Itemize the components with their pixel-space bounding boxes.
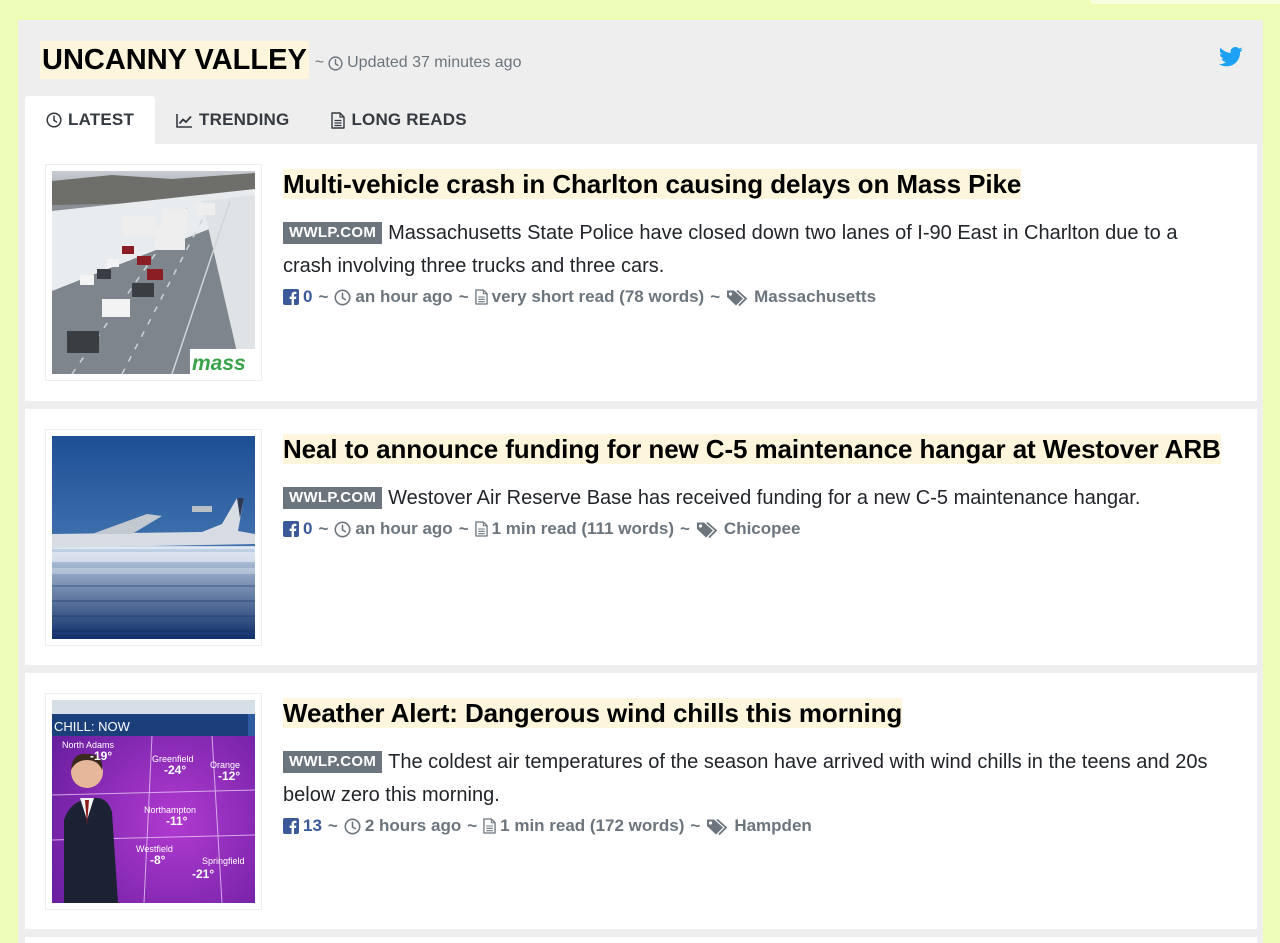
- file-icon: [483, 818, 496, 834]
- article-title[interactable]: Multi-vehicle crash in Charlton causing …: [283, 169, 1021, 199]
- source-badge[interactable]: WWLP.COM: [283, 487, 383, 509]
- read-length: 1 min read (172 words): [500, 816, 685, 835]
- file-icon: [474, 521, 488, 537]
- clock-icon: [334, 520, 351, 538]
- article-thumbnail[interactable]: CHILL: NOW North Adams -19° Greenfield -…: [45, 693, 262, 910]
- map-header: CHILL: NOW: [54, 719, 131, 734]
- tab-trending[interactable]: TRENDING: [155, 96, 310, 144]
- facebook-icon[interactable]: [283, 818, 299, 834]
- facebook-share-count[interactable]: 0: [303, 519, 312, 539]
- site-title[interactable]: UNCANNY VALLEY: [40, 41, 309, 79]
- updated-text: Updated 37 minutes ago: [347, 54, 522, 71]
- article-list: mass Multi-vehicle crash in Charlton cau…: [25, 144, 1257, 943]
- tab-bar: LATEST TRENDING LONG READS: [25, 96, 488, 144]
- clock-icon: [344, 817, 361, 835]
- source-badge[interactable]: WWLP.COM: [283, 222, 383, 244]
- article-summary: WWLP.COM The coldest air temperatures of …: [283, 746, 1231, 812]
- article-content: Weather Alert: Dangerous wind chills thi…: [283, 693, 1231, 836]
- article-content: Multi-vehicle crash in Charlton causing …: [283, 164, 1231, 307]
- tab-long-reads[interactable]: LONG READS: [310, 96, 487, 144]
- thumbnail-watermark: mass: [192, 352, 246, 374]
- article-title[interactable]: Neal to announce funding for new C-5 mai…: [283, 434, 1221, 464]
- tags-icon: [727, 289, 748, 306]
- facebook-icon[interactable]: [283, 521, 299, 537]
- facebook-share-count[interactable]: 13: [303, 816, 322, 836]
- highway-crash-image: mass: [52, 171, 255, 374]
- aircraft-hangar-image: [52, 436, 255, 639]
- read-length: very short read (78 words): [491, 287, 705, 306]
- article-summary: WWLP.COM Westover Air Reserve Base has re…: [283, 482, 1231, 515]
- source-badge[interactable]: WWLP.COM: [283, 751, 383, 773]
- file-icon: [474, 289, 488, 305]
- map-place-temp: -24°: [164, 763, 186, 777]
- tab-latest[interactable]: LATEST: [25, 96, 156, 144]
- map-place-temp: -11°: [166, 814, 188, 828]
- article-card: Neal to announce funding for new C-5 mai…: [25, 409, 1257, 665]
- facebook-share-count[interactable]: 0: [303, 287, 312, 307]
- tab-label: TRENDING: [199, 110, 290, 129]
- map-place-temp: -12°: [218, 769, 240, 783]
- separator: ~: [314, 54, 325, 71]
- clock-icon: [328, 55, 343, 71]
- clock-icon: [46, 112, 62, 128]
- article-card: CHILL: NOW North Adams -19° Greenfield -…: [25, 673, 1257, 929]
- article-meta: 13 ~ 2 hours ago ~ 1 min read (172 words…: [283, 816, 1231, 836]
- article-card: [25, 937, 1257, 943]
- article-tag[interactable]: Chicopee: [724, 519, 801, 539]
- chart-line-icon: [176, 113, 193, 128]
- article-time: 2 hours ago: [364, 816, 462, 835]
- map-place-temp: -21°: [192, 867, 214, 881]
- article-time: an hour ago: [355, 287, 453, 306]
- article-meta: 0 ~ an hour ago ~ 1 min read (111 words)…: [283, 519, 1231, 539]
- facebook-icon[interactable]: [283, 289, 299, 305]
- twitter-icon[interactable]: [1219, 47, 1243, 67]
- article-thumbnail[interactable]: [45, 429, 262, 646]
- updated-status: ~ Updated 37 minutes ago: [315, 54, 522, 72]
- top-edge-highlight: [1090, 0, 1280, 4]
- map-place-name: Springfield: [202, 856, 245, 866]
- article-time: an hour ago: [355, 519, 453, 538]
- tags-icon: [696, 521, 718, 538]
- article-title[interactable]: Weather Alert: Dangerous wind chills thi…: [283, 698, 902, 728]
- summary-text: Massachusetts State Police have closed d…: [283, 222, 1178, 277]
- summary-text: The coldest air temperatures of the seas…: [283, 751, 1208, 806]
- main-panel: UNCANNY VALLEY ~ Updated 37 minutes ago …: [18, 20, 1263, 943]
- tab-label: LONG READS: [351, 110, 467, 129]
- article-summary: WWLP.COM Massachusetts State Police have …: [283, 217, 1231, 283]
- article-meta: 0 ~ an hour ago ~ very short read (78 wo…: [283, 287, 1231, 307]
- article-content: Neal to announce funding for new C-5 mai…: [283, 429, 1231, 539]
- map-place-temp: -19°: [90, 749, 112, 763]
- article-tag[interactable]: Massachusetts: [754, 287, 876, 307]
- clock-icon: [334, 288, 351, 306]
- weather-map-image: CHILL: NOW North Adams -19° Greenfield -…: [52, 700, 255, 903]
- map-place-temp: -8°: [150, 853, 166, 867]
- article-thumbnail[interactable]: mass: [45, 164, 262, 381]
- summary-text: Westover Air Reserve Base has received f…: [388, 487, 1141, 509]
- file-icon: [331, 111, 346, 129]
- read-length: 1 min read (111 words): [491, 519, 674, 538]
- article-card: mass Multi-vehicle crash in Charlton cau…: [25, 144, 1257, 401]
- article-tag[interactable]: Hampden: [734, 816, 811, 836]
- site-header: UNCANNY VALLEY ~ Updated 37 minutes ago: [40, 40, 1240, 80]
- tab-label: LATEST: [68, 110, 135, 129]
- tags-icon: [707, 818, 728, 835]
